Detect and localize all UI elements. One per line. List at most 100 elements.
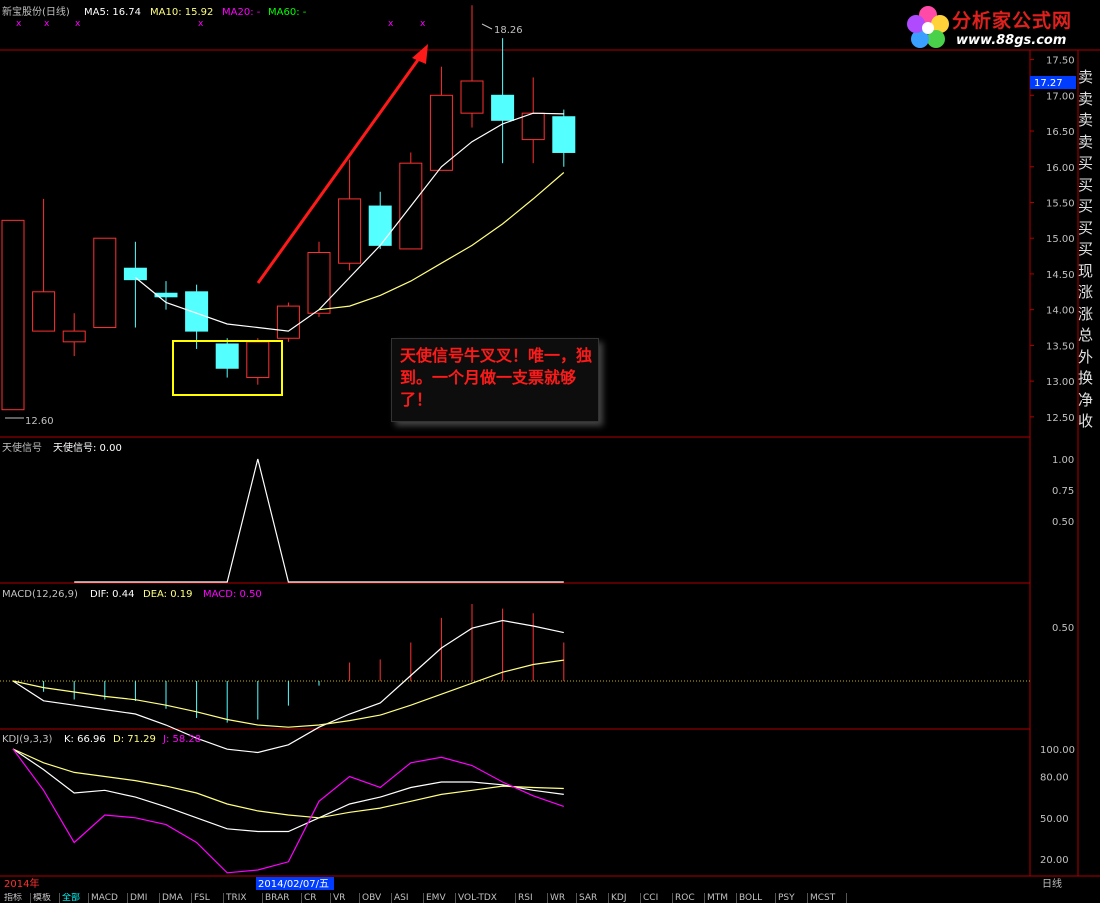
tab-brar[interactable]: BRAR (263, 893, 302, 903)
marker-x-2: x (75, 19, 81, 29)
tab-cci[interactable]: CCI (641, 893, 673, 903)
tab-fsl[interactable]: FSL (192, 893, 224, 903)
price-tick-label: 14.00 (1046, 306, 1075, 317)
sidebar-quote-label: 买 (1078, 197, 1094, 215)
period-label: 日线 (1042, 877, 1062, 890)
candle-body (307, 252, 331, 314)
candle-body (32, 291, 56, 332)
logo-url: www.88gs.com (956, 33, 1067, 48)
tab-全部[interactable]: 全部 (60, 893, 89, 903)
marker-x-5: x (420, 19, 426, 29)
tab-trix[interactable]: TRIX (224, 893, 263, 903)
marker-x-4: x (388, 19, 394, 29)
tab-roc[interactable]: ROC (673, 893, 705, 903)
candle-body (460, 80, 484, 114)
ma60-label: MA60: - (268, 7, 307, 18)
macd-dif-label: DIF: 0.44 (90, 589, 134, 600)
stock-title: 新宝股份(日线) (2, 5, 70, 18)
price-tick-label: 13.50 (1046, 341, 1075, 352)
tab-kdj[interactable]: KDJ (609, 893, 641, 903)
ma10-label: MA10: 15.92 (150, 7, 213, 18)
price-tick-label: 14.50 (1046, 270, 1075, 281)
macd-title: MACD(12,26,9) (2, 589, 78, 600)
price-tick-label: 17.50 (1046, 56, 1075, 67)
tab-mcst[interactable]: MCST (808, 893, 847, 903)
sidebar-quote-label: 净 (1078, 390, 1094, 409)
candle-body (276, 305, 300, 339)
angel-signal-line (74, 458, 564, 583)
marker-x-1: x (44, 19, 50, 29)
sidebar-quote-label: 涨 (1078, 304, 1094, 323)
kdj-k-label: K: 66.96 (64, 734, 106, 745)
cursor-date-label: 2014/02/07/五 (258, 879, 329, 890)
kdj-plot (12, 748, 564, 874)
candle-body (429, 94, 453, 171)
current-price-label: 17.27 (1034, 78, 1063, 89)
sidebar-quote-label: 外 (1078, 347, 1094, 366)
sidebar-quote-label: 收 (1078, 412, 1094, 430)
tab-mtm[interactable]: MTM (705, 893, 737, 903)
price-tick-label: 13.00 (1046, 377, 1075, 388)
tab-rsi[interactable]: RSI (516, 893, 548, 903)
candle-body (185, 291, 209, 332)
sidebar-quote-label: 总 (1078, 326, 1094, 344)
macd-macd-label: MACD: 0.50 (203, 589, 262, 600)
price-axis: 17.50 17.00 16.50 16.00 15.50 15.00 14.50 14.00… (1030, 56, 1075, 866)
angel-signal-title: 天使信号 (2, 441, 42, 454)
sidebar-quote-label: 买 (1078, 218, 1094, 237)
signal-tick-label: 0.75 (1052, 486, 1074, 497)
tab-psy[interactable]: PSY (776, 893, 808, 903)
tab-指标[interactable]: 指标 (2, 893, 31, 903)
candle-body (62, 330, 86, 343)
macd-dea-label: DEA: 0.19 (143, 589, 193, 600)
tab-obv[interactable]: OBV (360, 893, 392, 903)
sidebar-quote-label: 买 (1078, 154, 1094, 172)
tab-sar[interactable]: SAR (577, 893, 609, 903)
sidebar-quote-label: 卖 (1078, 89, 1094, 108)
sidebar-quote-label: 卖 (1078, 68, 1094, 86)
tab-wr[interactable]: WR (548, 893, 577, 903)
signal-tick-label: 0.50 (1052, 517, 1074, 528)
tab-asi[interactable]: ASI (392, 893, 424, 903)
flower-logo-icon (907, 6, 949, 48)
tab-dmi[interactable]: DMI (128, 893, 160, 903)
panel-frames (0, 49, 1100, 877)
tab-cr[interactable]: CR (302, 893, 331, 903)
kdj-tick-label: 100.00 (1040, 745, 1075, 756)
angel-signal-value: 天使信号: 0.00 (53, 441, 122, 454)
tab-emv[interactable]: EMV (424, 893, 456, 903)
kdj-title: KDJ(9,3,3) (2, 734, 53, 745)
max-price-label: 18.26 (494, 25, 523, 36)
min-price-label: 12.60 (25, 416, 54, 427)
angel-signal-plot (74, 458, 564, 583)
kdj-j-line (12, 748, 564, 874)
candle-body (215, 343, 239, 369)
kdj-tick-label: 50.00 (1040, 814, 1069, 825)
marker-x-0: x (16, 19, 22, 29)
tab-模板[interactable]: 模板 (31, 893, 60, 903)
logo-name: 分析家公式网 (952, 10, 1073, 32)
kdj-d-label: D: 71.29 (113, 734, 156, 745)
sidebar-quote-label: 涨 (1078, 283, 1094, 301)
sidebar-quote-label: 卖 (1078, 132, 1094, 151)
price-tick-label: 12.50 (1046, 413, 1075, 424)
brand-logo: 分析家公式网 www.88gs.com (900, 0, 1100, 56)
tab-vol-tdx[interactable]: VOL-TDX (456, 893, 516, 903)
price-tick-label: 15.50 (1046, 198, 1075, 209)
stock-chart[interactable]: x x x x x x 17.50 17.00 16.50 16.00 15.50 15.00 14.… (0, 0, 1100, 901)
candle-body (521, 112, 545, 141)
candle-body (552, 116, 576, 153)
sidebar-quote-label: 买 (1078, 175, 1094, 194)
tab-macd[interactable]: MACD (89, 893, 128, 903)
kdj-tick-label: 80.00 (1040, 773, 1069, 784)
tab-dma[interactable]: DMA (160, 893, 192, 903)
candle-body (491, 94, 515, 121)
kdj-tick-label: 20.00 (1040, 855, 1069, 866)
price-tick-label: 17.00 (1046, 91, 1075, 102)
ma5-label: MA5: 16.74 (84, 7, 141, 18)
macd-plot (12, 604, 565, 754)
kdj-k-line (12, 748, 564, 833)
marker-x-3: x (198, 19, 204, 29)
tab-boll[interactable]: BOLL (737, 893, 776, 903)
tab-vr[interactable]: VR (331, 893, 360, 903)
